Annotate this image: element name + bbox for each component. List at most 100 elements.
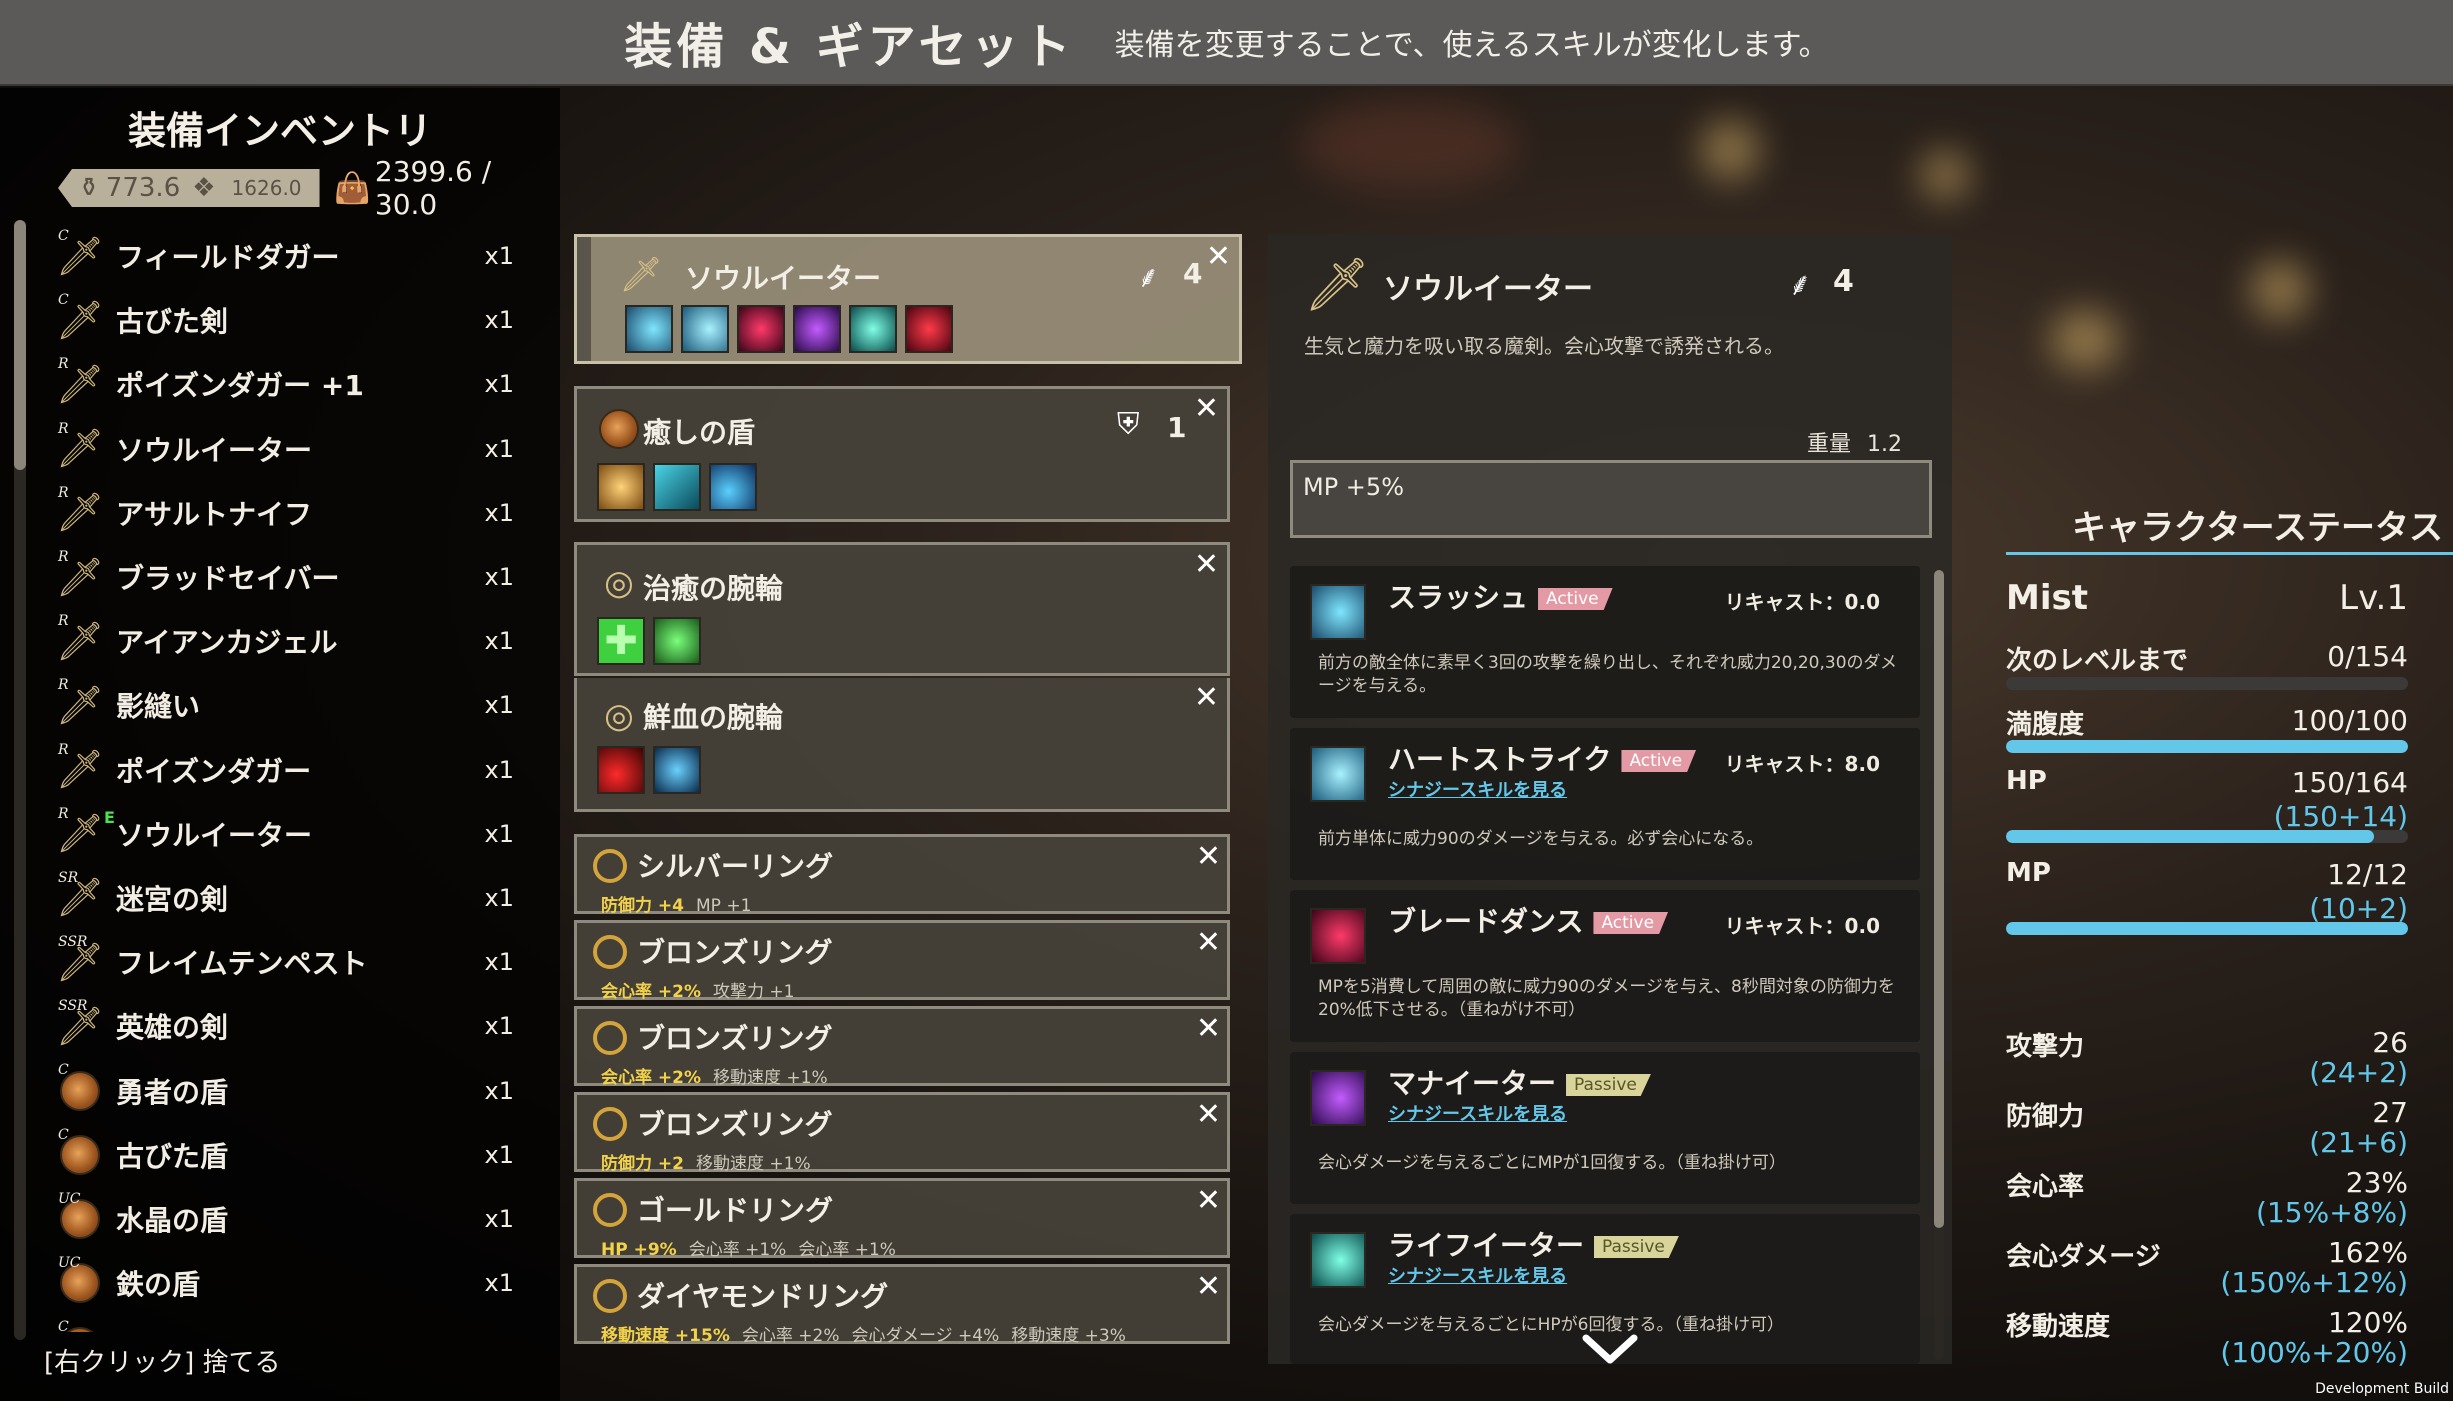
mp-label: MP [2006, 858, 2051, 888]
blade-icon: ⸙ [1788, 265, 1813, 303]
ring-slot[interactable]: ダイヤモンドリング ✕ 移動速度 +15% 会心率 +2% 会心ダメージ +4% 移動速度… [574, 1264, 1230, 1346]
shield-slot[interactable]: 癒しの盾 ⛨ 1 ✕ [574, 386, 1230, 522]
inventory-item[interactable]: R 🗡 アイアンカジェル x1 [54, 609, 514, 673]
bleed-skill-icon[interactable] [597, 746, 645, 794]
slash-skill-icon[interactable] [625, 305, 673, 353]
inventory-scrollbar-thumb[interactable] [14, 220, 26, 470]
item-quantity: x1 [484, 1140, 514, 1169]
mana-eater-skill-icon[interactable] [793, 305, 841, 353]
heart-strike-skill-icon[interactable] [681, 305, 729, 353]
skill-type-badge: Active [1538, 588, 1613, 610]
unequip-shield-button[interactable]: ✕ [1194, 391, 1219, 426]
unequip-ring-button[interactable]: ✕ [1196, 1011, 1221, 1046]
item-quantity: x1 [484, 948, 514, 977]
detail-scrollbar-thumb[interactable] [1934, 570, 1944, 1228]
inventory-item[interactable]: R 🗡 ブラッドセイバー x1 [54, 545, 514, 609]
inventory-item[interactable]: C 🗡 フィールドダガー x1 [54, 224, 514, 288]
weight-value: 2399.6 / 30.0 [374, 155, 492, 221]
item-name: ポイズンダガー +1 [116, 369, 364, 403]
item-name: 騎士の盾 [116, 1327, 474, 1332]
inventory-item[interactable]: R 🗡 影縫い x1 [54, 673, 514, 737]
attribute-value: 27 [2372, 1096, 2408, 1129]
item-name: ポイズンダガー [116, 754, 312, 788]
unequip-weapon-button[interactable]: ✕ [1206, 239, 1231, 274]
inventory-item[interactable]: R E 🗡 ソウルイーター x1 [54, 802, 514, 866]
inventory-item[interactable]: SR 🗡 迷宮の剣 x1 [54, 866, 514, 930]
shield-skill-icon[interactable] [597, 463, 645, 511]
life-eater-skill-icon[interactable] [849, 305, 897, 353]
unequip-ring-button[interactable]: ✕ [1196, 925, 1221, 960]
ring-slot[interactable]: ゴールドリング ✕ HP +9% 会心率 +1% 会心率 +1% [574, 1178, 1230, 1260]
shield-skill-icon[interactable] [653, 463, 701, 511]
inventory-item[interactable]: SSR 🗡 英雄の剣 x1 [54, 994, 514, 1058]
page-title: 装備 & ギアセット [624, 19, 1075, 75]
blade-dance-skill-icon[interactable] [737, 305, 785, 353]
inventory-item[interactable]: R 🗡 ポイズンダガー +1 x1 [54, 352, 514, 416]
bracelet-slot-1[interactable]: ◎ 治癒の腕輪 ✕ ✚ [574, 542, 1230, 676]
detail-item-description: 生気と魔力を吸い取る魔剣。会心攻撃で誘発される。 [1304, 334, 1784, 358]
inventory-title: 装備インベントリ [127, 109, 432, 153]
unequip-ring-button[interactable]: ✕ [1196, 1183, 1221, 1218]
bracelet-slot-2[interactable]: ◎ 鮮血の腕輪 ✕ [574, 678, 1230, 812]
inventory-item[interactable]: C 騎士の盾 [54, 1315, 514, 1332]
inventory-item[interactable]: C 勇者の盾 x1 [54, 1058, 514, 1122]
chevron-down-icon[interactable] [1580, 1330, 1640, 1366]
money-bag-icon: ⚱ [78, 173, 100, 203]
background-light [1300, 100, 1520, 190]
view-synergy-link[interactable]: シナジースキルを見る [1388, 1100, 1567, 1126]
buff-skill-icon[interactable] [653, 746, 701, 794]
rarity-label: C [58, 1319, 69, 1332]
character-level: Lv.1 [2339, 578, 2408, 618]
skill-card[interactable]: ブレードダンス Active リキャスト：0.0 MPを5消費して周囲の敵に威力90の… [1290, 890, 1920, 1042]
skill-description: 会心ダメージを与えるごとにMPが1回復する。（重ね掛け可） [1318, 1153, 1786, 1173]
unequip-ring-button[interactable]: ✕ [1196, 1269, 1221, 1304]
rarity-label: R [58, 356, 69, 373]
item-quantity: x1 [484, 819, 514, 848]
inventory-item[interactable]: UC 水晶の盾 x1 [54, 1187, 514, 1251]
inventory-item[interactable]: C 古びた盾 x1 [54, 1123, 514, 1187]
ring-stat: 会心率 +1% [688, 1240, 787, 1260]
ring-slot[interactable]: ブロンズリング ✕ 防御力 +2 移動速度 +1% [574, 1092, 1230, 1174]
view-synergy-link[interactable]: シナジースキルを見る [1388, 1262, 1567, 1288]
inventory-item[interactable]: SSR 🗡 フレイムテンペスト x1 [54, 930, 514, 994]
item-name: 迷宮の剣 [116, 882, 229, 916]
shield-skill-icon[interactable] [709, 463, 757, 511]
background-light [2050, 310, 2120, 370]
unequip-ring-button[interactable]: ✕ [1196, 839, 1221, 874]
attribute-label: 移動速度 [2006, 1312, 2111, 1342]
ring-slot[interactable]: シルバーリング ✕ 防御力 +4 MP +1 [574, 834, 1230, 916]
skill-card[interactable]: ハートストライク Active リキャスト：8.0 シナジースキルを見る 前方単体に威力… [1290, 728, 1920, 880]
attribute-breakdown: (100%+20%) [2220, 1336, 2408, 1369]
ring-stat: 移動速度 +1% [696, 1154, 811, 1174]
skill-card[interactable]: スラッシュ Active リキャスト：0.0 前方の敵全体に素早く3回の攻撃を繰り出し… [1290, 566, 1920, 718]
equipped-badge: E [104, 807, 115, 827]
unequip-ring-button[interactable]: ✕ [1196, 1097, 1221, 1132]
rarity-label: R [58, 420, 69, 437]
item-quantity: x1 [484, 1269, 514, 1298]
regen-skill-icon[interactable] [653, 617, 701, 665]
shield-count: 1 [1167, 411, 1187, 444]
skill-card[interactable]: マナイーター Passive シナジースキルを見る 会心ダメージを与えるごとにMPが1… [1290, 1052, 1920, 1204]
weapon-slot[interactable]: 🗡 ソウルイーター ⸙ 4 ✕ [574, 234, 1242, 364]
inventory-item[interactable]: C 🗡 古びた剣 x1 [54, 288, 514, 352]
view-synergy-link[interactable]: シナジースキルを見る [1388, 776, 1567, 802]
skill-recast: リキャスト：8.0 [1724, 752, 1880, 776]
ring-slot[interactable]: ブロンズリング ✕ 会心率 +2% 攻撃力 +1 [574, 920, 1230, 1002]
item-quantity: x1 [484, 1012, 514, 1041]
rarity-label: C [58, 228, 69, 244]
unequip-bracelet-1-button[interactable]: ✕ [1194, 547, 1219, 582]
inventory-item[interactable]: UC 鉄の盾 x1 [54, 1251, 514, 1315]
inventory-item[interactable]: R 🗡 ソウルイーター x1 [54, 417, 514, 481]
ring-stats: 防御力 +2 移動速度 +1% [601, 1149, 823, 1174]
rarity-label: R [58, 613, 69, 630]
blood-skill-icon[interactable] [905, 305, 953, 353]
ring-slot[interactable]: ブロンズリング ✕ 会心率 +2% 移動速度 +1% [574, 1006, 1230, 1088]
attribute-breakdown: (150%+12%) [2220, 1266, 2408, 1299]
ring-icon [593, 1021, 627, 1055]
skill-type-badge: Passive [1566, 1074, 1651, 1096]
inventory-item[interactable]: R 🗡 ポイズンダガー x1 [54, 738, 514, 802]
unequip-bracelet-2-button[interactable]: ✕ [1194, 680, 1219, 715]
inventory-item[interactable]: R 🗡 アサルトナイフ x1 [54, 481, 514, 545]
heal-skill-icon[interactable]: ✚ [597, 617, 645, 665]
item-name: ブラッドセイバー [116, 562, 340, 596]
